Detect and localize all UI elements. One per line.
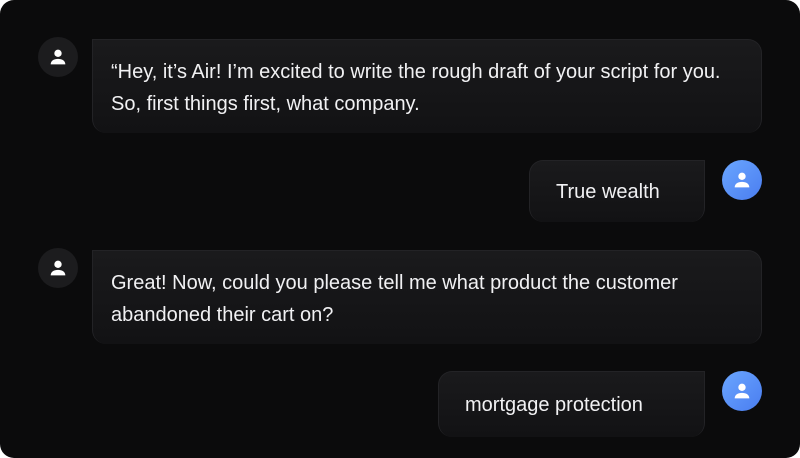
user-message-bubble: mortgage protection (438, 371, 705, 437)
assistant-message-bubble: “Hey, it’s Air! I’m excited to write the… (92, 39, 762, 133)
user-avatar (722, 371, 762, 411)
message-text: Great! Now, could you please tell me wha… (111, 272, 678, 326)
person-icon (50, 260, 66, 276)
message-text: True wealth (556, 181, 660, 203)
user-message-bubble: True wealth (529, 160, 705, 222)
assistant-avatar (38, 37, 78, 77)
assistant-message-bubble: Great! Now, could you please tell me wha… (92, 250, 762, 344)
chat-window: “Hey, it’s Air! I’m excited to write the… (0, 0, 800, 458)
assistant-avatar (38, 248, 78, 288)
person-icon (734, 383, 750, 399)
message-text: “Hey, it’s Air! I’m excited to write the… (111, 61, 721, 115)
message-text: mortgage protection (465, 394, 643, 416)
user-avatar (722, 160, 762, 200)
person-icon (50, 49, 66, 65)
person-icon (734, 172, 750, 188)
